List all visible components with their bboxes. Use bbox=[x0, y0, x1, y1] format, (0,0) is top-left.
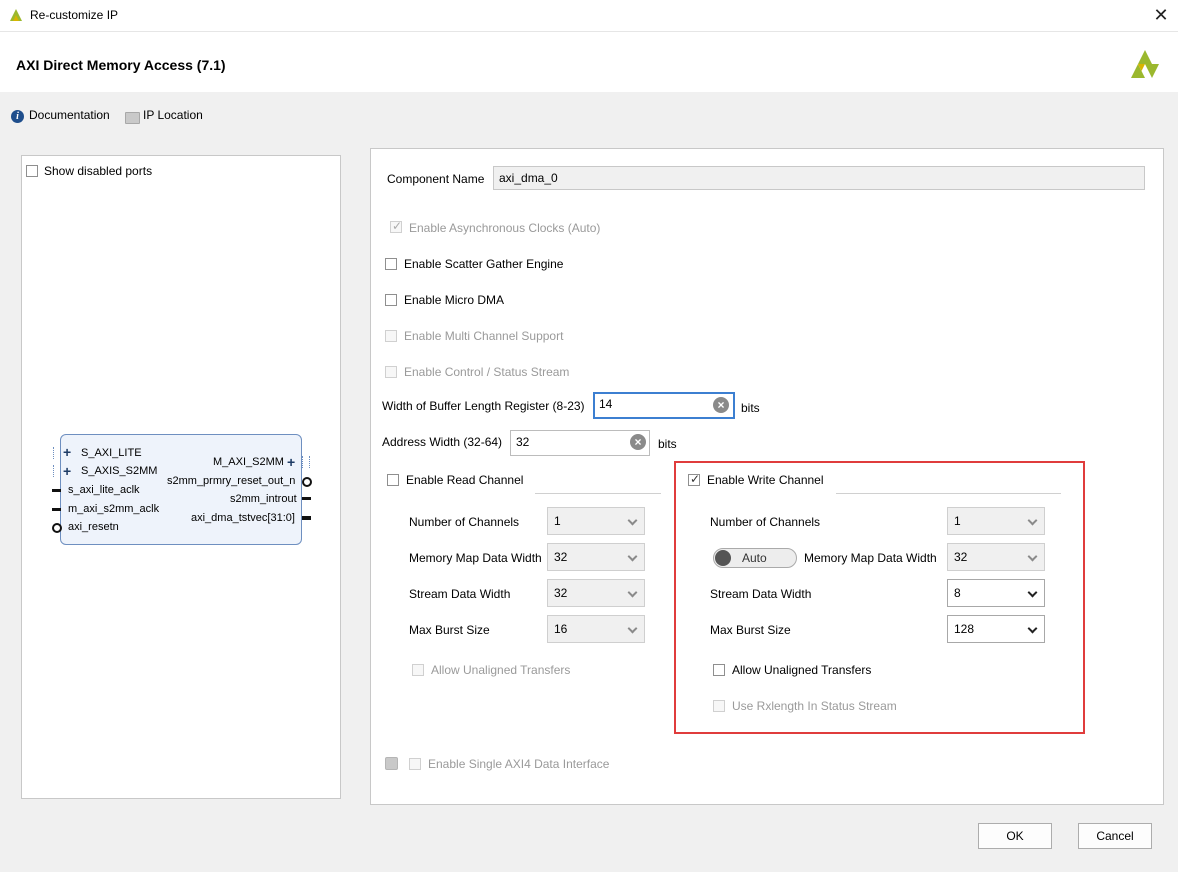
address-width-input[interactable]: 32 bbox=[510, 430, 650, 456]
port-left: S_AXI_LITE bbox=[81, 447, 142, 459]
xilinx-logo-icon bbox=[1131, 50, 1159, 78]
write-unaligned-label: Allow Unaligned Transfers bbox=[732, 663, 872, 677]
port-right: s2mm_prmry_reset_out_n bbox=[167, 475, 296, 487]
chevron-down-icon bbox=[627, 623, 638, 634]
read-unaligned-checkbox bbox=[412, 664, 424, 676]
read-num-channels-select: 1 bbox=[547, 507, 645, 535]
port-right: M_AXI_S2MM bbox=[213, 456, 284, 468]
chevron-down-icon bbox=[627, 551, 638, 562]
address-width-label: Address Width (32-64) bbox=[382, 435, 503, 449]
read-channel-label: Enable Read Channel bbox=[406, 473, 524, 487]
write-stream-width-select[interactable]: 8 bbox=[947, 579, 1045, 607]
port-pin-inverted bbox=[52, 523, 62, 533]
control-status-checkbox bbox=[385, 366, 397, 378]
port-right: axi_dma_tstvec[31:0] bbox=[191, 512, 295, 524]
title-bar: Re-customize IP ✕ bbox=[0, 0, 1178, 32]
port-left: m_axi_s2mm_aclk bbox=[68, 503, 160, 515]
auto-toggle[interactable]: Auto bbox=[713, 548, 797, 568]
port-pin bbox=[52, 489, 61, 492]
auto-toggle-label: Auto bbox=[742, 551, 767, 565]
toggle-knob bbox=[715, 550, 731, 566]
write-mm-width-label: Memory Map Data Width bbox=[804, 551, 937, 565]
expand-plus-icon[interactable]: + bbox=[287, 454, 295, 470]
close-button[interactable]: ✕ bbox=[1150, 4, 1172, 26]
component-name-field[interactable]: axi_dma_0 bbox=[493, 166, 1145, 190]
port-pin-inverted bbox=[302, 477, 312, 487]
interface-bus-marker bbox=[53, 465, 61, 477]
clear-icon[interactable]: × bbox=[630, 434, 646, 450]
port-pin-bus bbox=[302, 516, 311, 520]
write-channel-checkbox[interactable]: ✓ bbox=[688, 472, 700, 486]
read-stream-width-select: 32 bbox=[547, 579, 645, 607]
interface-bus-marker bbox=[302, 456, 310, 468]
write-mm-width-select: 32 bbox=[947, 543, 1045, 571]
info-icon: i bbox=[11, 110, 24, 123]
async-clocks-label: Enable Asynchronous Clocks (Auto) bbox=[409, 221, 601, 235]
read-mm-width-label: Memory Map Data Width bbox=[409, 551, 542, 565]
auto-indicator-icon bbox=[385, 757, 398, 770]
read-max-burst-select: 16 bbox=[547, 615, 645, 643]
documentation-link[interactable]: Documentation bbox=[29, 108, 110, 122]
read-unaligned-label: Allow Unaligned Transfers bbox=[431, 663, 571, 677]
expand-plus-icon[interactable]: + bbox=[63, 444, 71, 460]
dialog-header: AXI Direct Memory Access (7.1) bbox=[0, 32, 1178, 92]
write-num-channels-label: Number of Channels bbox=[710, 515, 821, 529]
chevron-down-icon bbox=[627, 515, 638, 526]
micro-dma-checkbox[interactable] bbox=[385, 294, 397, 306]
divider bbox=[836, 493, 1061, 494]
show-disabled-ports-label: Show disabled ports bbox=[44, 164, 153, 178]
buffer-length-label: Width of Buffer Length Register (8-23) bbox=[382, 399, 585, 413]
write-num-channels-select: 1 bbox=[947, 507, 1045, 535]
write-stream-width-label: Stream Data Width bbox=[710, 587, 812, 601]
chevron-down-icon bbox=[1027, 551, 1038, 562]
read-num-channels-label: Number of Channels bbox=[409, 515, 520, 529]
port-left: s_axi_lite_aclk bbox=[68, 484, 140, 496]
chevron-down-icon bbox=[1027, 587, 1038, 598]
chevron-down-icon bbox=[1027, 623, 1038, 634]
single-axi4-label: Enable Single AXI4 Data Interface bbox=[428, 757, 610, 771]
port-left: S_AXIS_S2MM bbox=[81, 465, 158, 477]
read-max-burst-label: Max Burst Size bbox=[409, 623, 490, 637]
show-disabled-ports-checkbox[interactable] bbox=[26, 165, 38, 177]
chevron-down-icon bbox=[1027, 515, 1038, 526]
read-mm-width-select: 32 bbox=[547, 543, 645, 571]
write-max-burst-label: Max Burst Size bbox=[710, 623, 791, 637]
port-left: axi_resetn bbox=[68, 521, 119, 533]
component-name-label: Component Name bbox=[387, 172, 485, 186]
read-stream-width-label: Stream Data Width bbox=[409, 587, 511, 601]
port-pin bbox=[302, 497, 311, 500]
scatter-gather-label: Enable Scatter Gather Engine bbox=[404, 257, 564, 271]
chevron-down-icon bbox=[627, 587, 638, 598]
ip-title: AXI Direct Memory Access (7.1) bbox=[16, 57, 226, 73]
control-status-label: Enable Control / Status Stream bbox=[404, 365, 570, 379]
port-pin bbox=[52, 508, 61, 511]
window-title: Re-customize IP bbox=[30, 8, 119, 22]
rxlength-checkbox bbox=[713, 700, 725, 712]
multi-channel-label: Enable Multi Channel Support bbox=[404, 329, 564, 343]
buffer-length-unit: bits bbox=[741, 401, 760, 415]
read-channel-checkbox[interactable] bbox=[387, 474, 399, 486]
single-axi4-checkbox bbox=[409, 758, 421, 770]
multi-channel-checkbox bbox=[385, 330, 397, 342]
scatter-gather-checkbox[interactable] bbox=[385, 258, 397, 270]
ip-location-link[interactable]: IP Location bbox=[143, 108, 203, 122]
expand-plus-icon[interactable]: + bbox=[63, 463, 71, 479]
micro-dma-label: Enable Micro DMA bbox=[404, 293, 505, 307]
address-width-unit: bits bbox=[658, 437, 677, 451]
ok-button[interactable]: OK bbox=[978, 823, 1052, 849]
write-max-burst-select[interactable]: 128 bbox=[947, 615, 1045, 643]
cancel-button[interactable]: Cancel bbox=[1078, 823, 1152, 849]
async-clocks-checkbox: ✓ bbox=[390, 219, 403, 233]
write-unaligned-checkbox[interactable] bbox=[713, 664, 725, 676]
xilinx-logo-icon bbox=[10, 9, 22, 21]
divider bbox=[535, 493, 661, 494]
folder-icon bbox=[125, 112, 140, 124]
clear-icon[interactable]: × bbox=[713, 397, 729, 413]
write-channel-label: Enable Write Channel bbox=[707, 473, 824, 487]
rxlength-label: Use Rxlength In Status Stream bbox=[732, 699, 897, 713]
port-right: s2mm_introut bbox=[230, 493, 297, 505]
interface-bus-marker bbox=[53, 447, 61, 459]
